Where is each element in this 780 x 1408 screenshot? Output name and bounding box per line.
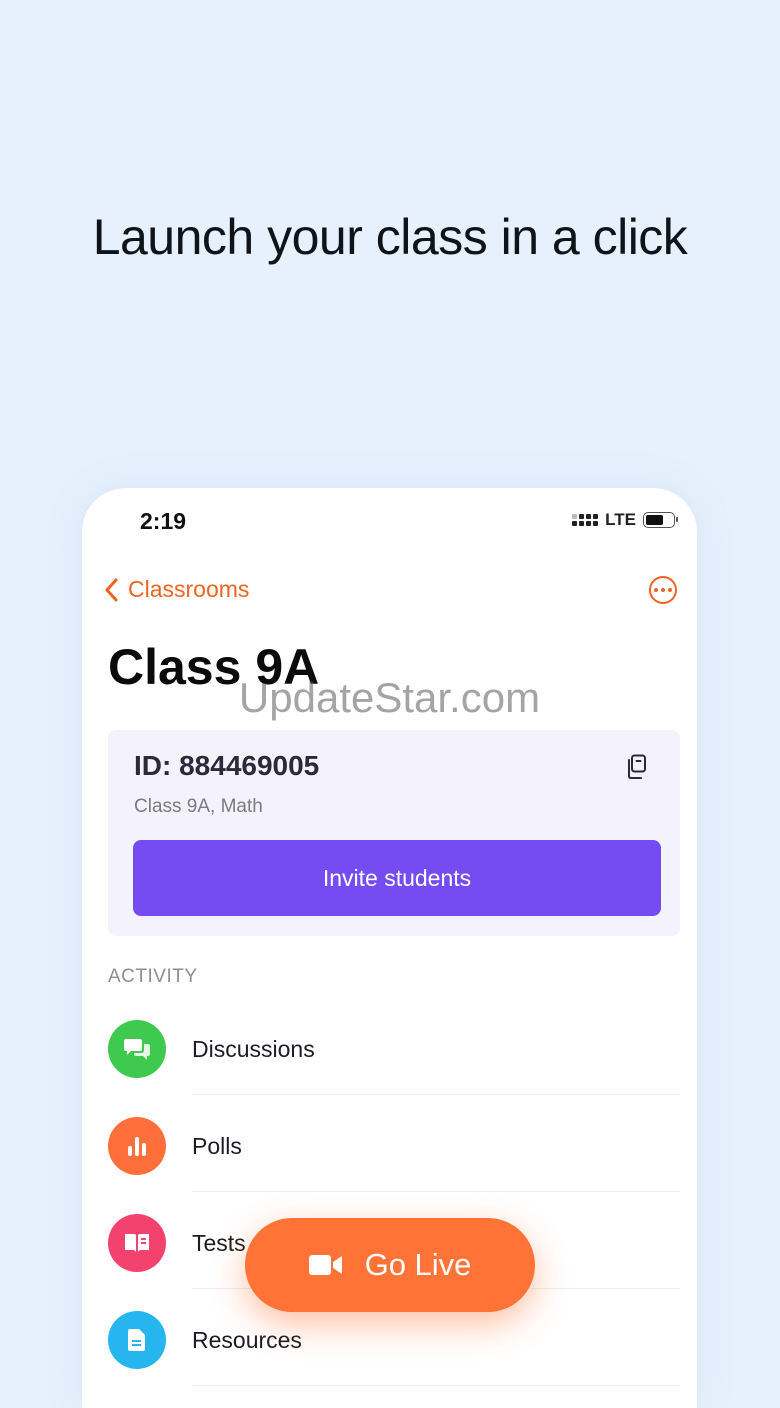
- more-icon-dot: [668, 588, 672, 592]
- status-bar-icons: LTE: [572, 510, 678, 530]
- headline: Launch your class in a click: [92, 209, 688, 265]
- chat-bubbles-icon: [108, 1020, 166, 1078]
- activity-item-label: Discussions: [192, 1036, 315, 1062]
- activity-item-resources[interactable]: Resources: [108, 1309, 680, 1406]
- signal-icon: [572, 514, 599, 526]
- more-options-button[interactable]: [649, 576, 677, 604]
- back-label: Classrooms: [128, 576, 250, 602]
- go-live-button[interactable]: Go Live: [245, 1218, 535, 1312]
- invite-students-button[interactable]: Invite students: [133, 840, 661, 916]
- divider: [192, 1385, 680, 1386]
- class-info-card: ID: 884469005 Class 9A, Math Invite stud…: [108, 730, 680, 936]
- watermark: UpdateStar.com: [238, 674, 541, 721]
- class-id: ID: 884469005: [134, 750, 320, 781]
- battery-icon: [643, 512, 678, 528]
- more-icon-dot: [661, 588, 665, 592]
- open-book-icon: [108, 1214, 166, 1272]
- copy-icon[interactable]: [626, 754, 648, 785]
- activity-item-label: Polls: [192, 1133, 242, 1159]
- status-time: 2:19: [140, 508, 187, 534]
- network-type: LTE: [605, 510, 636, 529]
- class-subtitle: Class 9A, Math: [134, 796, 263, 817]
- divider: [192, 1094, 680, 1095]
- more-icon-dot: [654, 588, 658, 592]
- back-button[interactable]: Classrooms: [104, 576, 249, 603]
- divider: [192, 1191, 680, 1192]
- activity-item-polls[interactable]: Polls: [108, 1115, 680, 1212]
- video-camera-icon: [308, 1255, 342, 1275]
- go-live-label: Go Live: [364, 1247, 472, 1282]
- activity-list: Discussions Polls Tests Resources: [108, 1018, 680, 1406]
- bar-chart-icon: [108, 1117, 166, 1175]
- activity-item-discussions[interactable]: Discussions: [108, 1018, 680, 1115]
- activity-section-label: ACTIVITY: [108, 966, 198, 987]
- document-icon: [108, 1311, 166, 1369]
- phone-frame: 2:19 LTE Classrooms Class 9A UpdateStar.…: [82, 488, 697, 1408]
- activity-item-label: Tests: [192, 1230, 246, 1256]
- activity-item-label: Resources: [192, 1327, 302, 1353]
- chevron-left-icon: [105, 578, 118, 601]
